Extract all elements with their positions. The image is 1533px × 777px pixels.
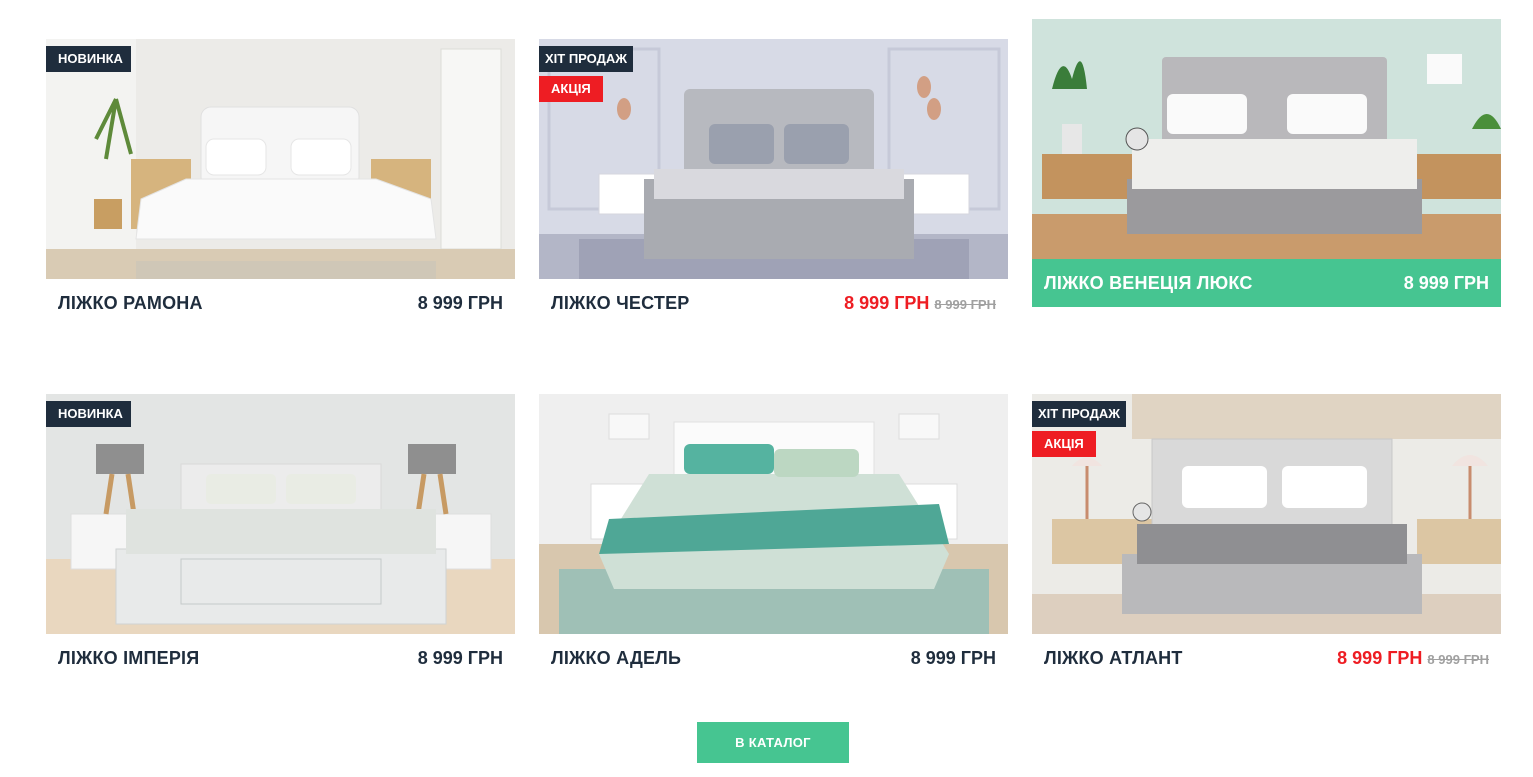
- product-caption[interactable]: ЛІЖКО АДЕЛЬ 8 999 ГРН: [539, 634, 1008, 682]
- bed-photo: [46, 39, 515, 279]
- badge-sale: АКЦІЯ: [539, 76, 603, 102]
- bed-photo: [46, 394, 515, 634]
- old-price: 8 999 ГРН: [1427, 651, 1489, 667]
- product-card-imperiia[interactable]: НОВИНКА ЛІЖКО ІМПЕРІЯ 8 999 ГРН: [46, 394, 515, 682]
- product-card-venetsiia-lux[interactable]: ЛІЖКО ВЕНЕЦІЯ ЛЮКС 8 999 ГРН: [1032, 19, 1501, 307]
- price-block: 8 999 ГРН: [911, 648, 996, 669]
- catalog-button[interactable]: В КАТАЛОГ: [697, 722, 849, 763]
- product-image[interactable]: [539, 394, 1008, 634]
- product-image[interactable]: [1032, 19, 1501, 259]
- badges: ХІТ ПРОДАЖ АКЦІЯ: [539, 46, 634, 102]
- product-price: 8 999 ГРН: [1337, 647, 1423, 668]
- product-caption[interactable]: ЛІЖКО ІМПЕРІЯ 8 999 ГРН: [46, 634, 515, 682]
- badges: ХІТ ПРОДАЖ АКЦІЯ: [1032, 401, 1127, 457]
- price-block: 8 999 ГРН: [418, 293, 503, 314]
- price-block: 8 999 ГРН 8 999 ГРН: [1337, 648, 1489, 669]
- badges: НОВИНКА: [46, 401, 131, 427]
- product-caption[interactable]: ЛІЖКО АТЛАНТ 8 999 ГРН 8 999 ГРН: [1032, 634, 1501, 682]
- price-block: 8 999 ГРН 8 999 ГРН: [844, 293, 996, 314]
- product-caption[interactable]: ЛІЖКО РАМОНА 8 999 ГРН: [46, 279, 515, 327]
- product-name[interactable]: ЛІЖКО ВЕНЕЦІЯ ЛЮКС: [1044, 273, 1253, 294]
- badge-sale: АКЦІЯ: [1032, 431, 1096, 457]
- badge-new: НОВИНКА: [46, 46, 131, 72]
- bed-photo: [539, 394, 1008, 634]
- badge-bestseller: ХІТ ПРОДАЖ: [539, 46, 634, 72]
- product-price: 8 999 ГРН: [910, 647, 996, 668]
- product-price: 8 999 ГРН: [417, 647, 503, 668]
- product-name[interactable]: ЛІЖКО АДЕЛЬ: [551, 648, 681, 669]
- product-name[interactable]: ЛІЖКО ЧЕСТЕР: [551, 293, 690, 314]
- product-price: 8 999 ГРН: [417, 292, 503, 313]
- product-image[interactable]: [46, 39, 515, 279]
- product-price: 8 999 ГРН: [844, 292, 930, 313]
- bed-photo: [1032, 19, 1501, 259]
- product-card-chester[interactable]: ХІТ ПРОДАЖ АКЦІЯ ЛІЖКО ЧЕСТЕР 8 999 ГРН …: [539, 39, 1008, 327]
- product-caption[interactable]: ЛІЖКО ВЕНЕЦІЯ ЛЮКС 8 999 ГРН: [1032, 259, 1501, 307]
- badge-bestseller: ХІТ ПРОДАЖ: [1032, 401, 1127, 427]
- product-name[interactable]: ЛІЖКО ІМПЕРІЯ: [58, 648, 199, 669]
- product-card-adel[interactable]: ЛІЖКО АДЕЛЬ 8 999 ГРН: [539, 394, 1008, 682]
- old-price: 8 999 ГРН: [934, 296, 996, 312]
- product-price: 8 999 ГРН: [1403, 272, 1489, 293]
- badges: НОВИНКА: [46, 46, 131, 72]
- product-caption[interactable]: ЛІЖКО ЧЕСТЕР 8 999 ГРН 8 999 ГРН: [539, 279, 1008, 327]
- product-card-atlant[interactable]: ХІТ ПРОДАЖ АКЦІЯ ЛІЖКО АТЛАНТ 8 999 ГРН …: [1032, 394, 1501, 682]
- price-block: 8 999 ГРН: [1404, 273, 1489, 294]
- badge-new: НОВИНКА: [46, 401, 131, 427]
- price-block: 8 999 ГРН: [418, 648, 503, 669]
- product-image[interactable]: [46, 394, 515, 634]
- product-name[interactable]: ЛІЖКО АТЛАНТ: [1044, 648, 1183, 669]
- product-card-ramona[interactable]: НОВИНКА ЛІЖКО РАМОНА 8 999 ГРН: [46, 39, 515, 327]
- product-name[interactable]: ЛІЖКО РАМОНА: [58, 293, 203, 314]
